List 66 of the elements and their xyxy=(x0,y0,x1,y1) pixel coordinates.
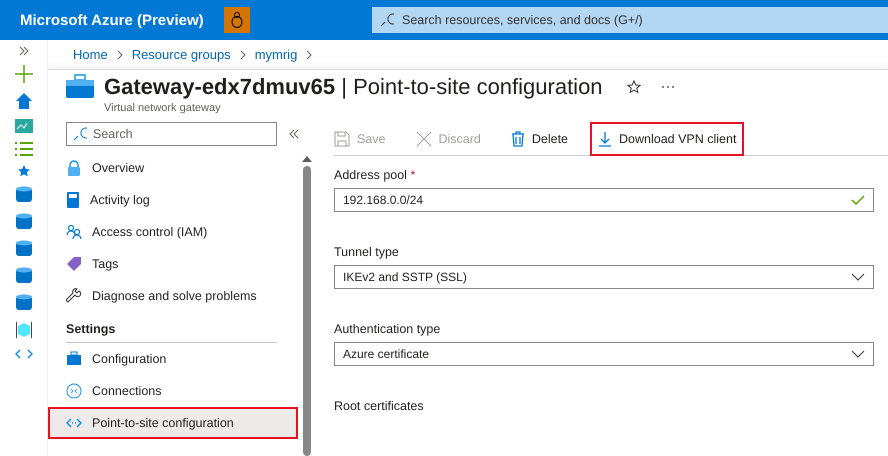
book-icon xyxy=(66,192,80,208)
close-icon xyxy=(416,130,432,146)
breadcrumb-link[interactable]: Home xyxy=(73,47,108,62)
resource-type: Virtual network gateway xyxy=(104,102,222,114)
star-icon xyxy=(18,165,30,177)
menu-item[interactable]: Access control (IAM) xyxy=(66,216,298,248)
briefcase-icon xyxy=(66,351,82,367)
list-icon xyxy=(14,142,32,156)
cube-icon xyxy=(16,321,32,339)
field-label: Authentication type xyxy=(334,322,442,336)
chevron-down-icon xyxy=(851,350,865,358)
input-field[interactable]: 192.168.0.0/24 xyxy=(334,188,874,212)
chevron-right-icon xyxy=(240,50,246,60)
arrows-icon xyxy=(66,417,82,429)
save-icon xyxy=(334,130,350,146)
briefcase-icon xyxy=(66,74,94,98)
trash-icon xyxy=(510,130,525,146)
database-icon xyxy=(16,294,32,312)
database-icon xyxy=(16,186,32,204)
toolbar-button[interactable]: Delete xyxy=(502,122,576,156)
section-heading: Settings xyxy=(66,312,277,343)
search-icon xyxy=(380,13,394,27)
chevron-right-icon xyxy=(116,50,123,60)
menu-item[interactable]: Overview xyxy=(66,152,298,184)
home-icon xyxy=(14,92,32,110)
people-icon xyxy=(66,224,82,240)
tag-icon xyxy=(66,256,82,272)
dropdown[interactable]: IKEv2 and SSTP (SSL) xyxy=(334,265,874,289)
field-label: Address pool * xyxy=(334,168,416,182)
search-icon xyxy=(73,127,87,141)
database-icon xyxy=(16,267,32,285)
required-mark: * xyxy=(409,168,416,182)
menu-item[interactable]: Diagnose and solve problems xyxy=(66,280,298,312)
expand-chevrons-icon xyxy=(18,46,28,56)
menu-item[interactable]: Connections xyxy=(66,375,298,407)
wrench-icon xyxy=(66,288,82,304)
breadcrumb-link[interactable]: mymrig xyxy=(254,47,298,62)
database-icon xyxy=(16,213,32,231)
toolbar-button[interactable]: Download VPN client xyxy=(590,122,744,156)
breadcrumb-link[interactable]: Resource groups xyxy=(132,47,231,62)
field-label: Tunnel type xyxy=(334,245,400,259)
more-icon xyxy=(660,85,675,89)
menu-search-field[interactable]: Search xyxy=(66,122,277,146)
arrows-icon xyxy=(14,348,32,360)
plus-icon xyxy=(14,65,32,83)
dashboard-icon xyxy=(14,119,32,133)
field-label: Root certificates xyxy=(334,399,425,413)
download-icon xyxy=(598,130,612,146)
chevron-down-icon xyxy=(851,273,865,281)
global-search-field[interactable]: Search resources, services, and docs (G+/) xyxy=(372,7,888,33)
lock-icon xyxy=(66,160,82,176)
portal-title: Microsoft Azure (Preview) xyxy=(20,12,205,28)
menu-item[interactable]: Point-to-site configuration xyxy=(48,407,298,439)
page-title: Gateway-edx7dmuv65 | Point-to-site configuration xyxy=(104,74,603,100)
collapse-chevrons-icon xyxy=(289,129,299,139)
chevron-right-icon xyxy=(306,50,312,60)
connections-icon xyxy=(66,383,82,399)
dropdown[interactable]: Azure certificate xyxy=(334,342,874,366)
database-icon xyxy=(16,240,32,258)
menu-item[interactable]: Configuration xyxy=(66,343,298,375)
menu-item[interactable]: Tags xyxy=(66,248,298,280)
bug-button[interactable] xyxy=(224,7,250,33)
scroll-up-icon xyxy=(302,156,312,162)
star-icon xyxy=(626,80,641,94)
scrollbar-thumb[interactable] xyxy=(303,166,311,456)
menu-item[interactable]: Activity log xyxy=(66,184,298,216)
